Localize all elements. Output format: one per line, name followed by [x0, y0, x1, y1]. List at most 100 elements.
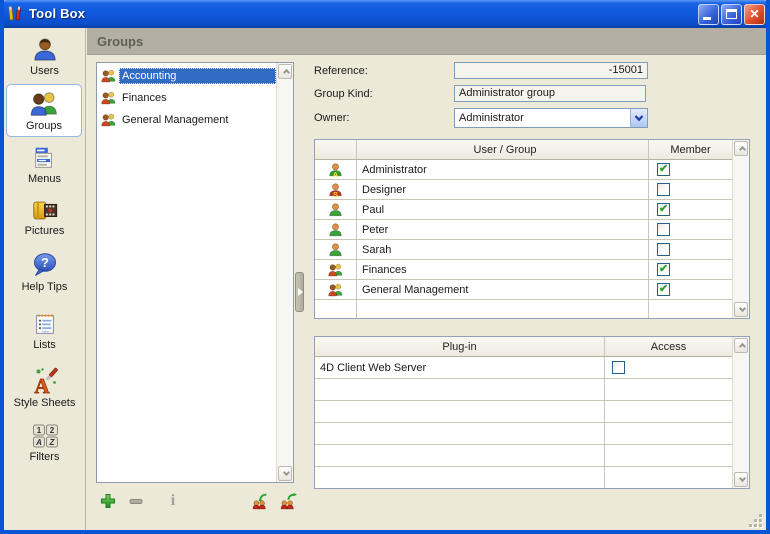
member-row[interactable]: Finances — [315, 260, 749, 280]
member-checkbox[interactable] — [657, 203, 670, 216]
toolbox-window: Tool Box ✕ Users Groups — [0, 0, 770, 534]
plugins-table-header: Plug-in Access — [315, 337, 749, 357]
member-row[interactable]: S Designer — [315, 180, 749, 200]
empty-row — [315, 445, 749, 467]
group-kind-label: Group Kind: — [314, 88, 373, 100]
owner-label: Owner: — [314, 112, 349, 124]
scroll-up-button[interactable] — [734, 141, 748, 156]
page-header: Groups — [87, 28, 770, 55]
sidebar-item-lists[interactable]: Lists — [4, 310, 85, 351]
svg-text:1: 1 — [36, 426, 41, 435]
scroll-down-button[interactable] — [734, 472, 748, 487]
info-button[interactable]: i — [163, 492, 183, 512]
sidebar-item-pictures[interactable]: Pictures — [4, 196, 85, 237]
sidebar-item-style-sheets[interactable]: A Style Sheets — [4, 366, 85, 409]
title-bar[interactable]: Tool Box ✕ — [0, 0, 770, 28]
member-row[interactable]: A Administrator — [315, 160, 749, 180]
member-checkbox[interactable] — [657, 163, 670, 176]
user-group-name: Sarah — [357, 240, 649, 259]
member-checkbox[interactable] — [657, 183, 670, 196]
member-checkbox[interactable] — [657, 243, 670, 256]
group-icon — [100, 112, 117, 128]
svg-text:A: A — [35, 438, 42, 447]
member-checkbox[interactable] — [657, 223, 670, 236]
member-row[interactable]: Paul — [315, 200, 749, 220]
user-icon — [327, 222, 344, 238]
sidebar-item-label: Lists — [4, 339, 85, 351]
user-group-column-header: User / Group — [357, 140, 649, 159]
groups-icon — [28, 89, 60, 119]
sidebar-item-groups[interactable]: Groups — [6, 84, 82, 137]
empty-row — [315, 379, 749, 401]
user-group-name: General Management — [357, 280, 649, 299]
maximize-button[interactable] — [721, 4, 742, 25]
close-button[interactable]: ✕ — [744, 4, 765, 25]
sidebar: Users Groups Menus — [4, 28, 86, 530]
member-row[interactable]: Sarah — [315, 240, 749, 260]
sidebar-item-label: Users — [4, 65, 85, 77]
empty-row — [315, 423, 749, 445]
members-table-scrollbar[interactable] — [732, 140, 749, 318]
member-checkbox[interactable] — [657, 283, 670, 296]
user-group-name: Designer — [357, 180, 649, 199]
page-title: Groups — [97, 34, 143, 49]
scroll-down-button[interactable] — [734, 302, 748, 317]
group-list-scrollbar[interactable] — [276, 63, 293, 482]
reference-field[interactable]: -15001 — [454, 62, 648, 79]
sidebar-item-users[interactable]: Users — [4, 36, 85, 77]
panel-splitter[interactable] — [295, 272, 304, 312]
svg-text:2: 2 — [49, 426, 54, 435]
reference-label: Reference: — [314, 65, 368, 77]
chevron-down-icon — [283, 469, 290, 476]
resize-grip[interactable] — [749, 514, 762, 527]
sidebar-item-label: Filters — [4, 451, 85, 463]
maximize-icon — [726, 9, 737, 19]
group-icon — [327, 262, 344, 278]
minimize-button[interactable] — [698, 4, 719, 25]
members-table-header: User / Group Member — [315, 140, 749, 160]
icon-column-header — [315, 140, 357, 159]
plus-icon — [99, 492, 117, 510]
empty-row — [315, 401, 749, 423]
add-group-button[interactable] — [99, 492, 119, 512]
owner-selected-value: Administrator — [459, 112, 524, 124]
save-users-groups-button[interactable] — [279, 492, 299, 512]
sidebar-item-label: Help Tips — [4, 281, 85, 293]
member-row[interactable]: Peter — [315, 220, 749, 240]
chevron-down-icon — [739, 305, 746, 312]
access-checkbox[interactable] — [612, 361, 625, 374]
group-kind-field[interactable]: Administrator group — [454, 85, 646, 102]
pictures-icon — [31, 196, 59, 224]
group-list: Accounting Finances General Management — [96, 62, 294, 483]
minus-icon — [127, 492, 145, 510]
load-users-groups-button[interactable] — [251, 492, 271, 512]
sidebar-item-help-tips[interactable]: ? Help Tips — [4, 250, 85, 293]
sidebar-item-filters[interactable]: 1 2 A Z Filters — [4, 422, 85, 463]
remove-group-button[interactable] — [127, 492, 147, 512]
user-group-name: Peter — [357, 220, 649, 239]
owner-select[interactable]: Administrator — [454, 108, 648, 128]
group-list-item-finances[interactable]: Finances — [97, 87, 276, 109]
group-list-item-accounting[interactable]: Accounting — [97, 65, 276, 87]
save-users-icon — [279, 492, 298, 511]
group-list-item-general-management[interactable]: General Management — [97, 109, 276, 131]
chevron-down-icon — [739, 475, 746, 482]
group-icon — [327, 282, 344, 298]
chevron-up-icon — [739, 343, 746, 350]
scroll-up-button[interactable] — [278, 64, 292, 79]
sidebar-item-menus[interactable]: Menus — [4, 144, 85, 185]
scroll-down-button[interactable] — [278, 466, 292, 481]
plugin-column-header: Plug-in — [315, 337, 605, 356]
dropdown-button[interactable] — [630, 109, 647, 127]
group-name: General Management — [119, 112, 276, 128]
member-checkbox[interactable] — [657, 263, 670, 276]
admin-user-icon: A — [327, 162, 344, 178]
group-icon — [100, 90, 117, 106]
scroll-up-button[interactable] — [734, 338, 748, 353]
user-icon — [327, 242, 344, 258]
plugins-table-scrollbar[interactable] — [732, 337, 749, 488]
member-row[interactable]: General Management — [315, 280, 749, 300]
plugin-row[interactable]: 4D Client Web Server — [315, 357, 749, 379]
chevron-up-icon — [283, 69, 290, 76]
users-icon — [30, 36, 60, 64]
